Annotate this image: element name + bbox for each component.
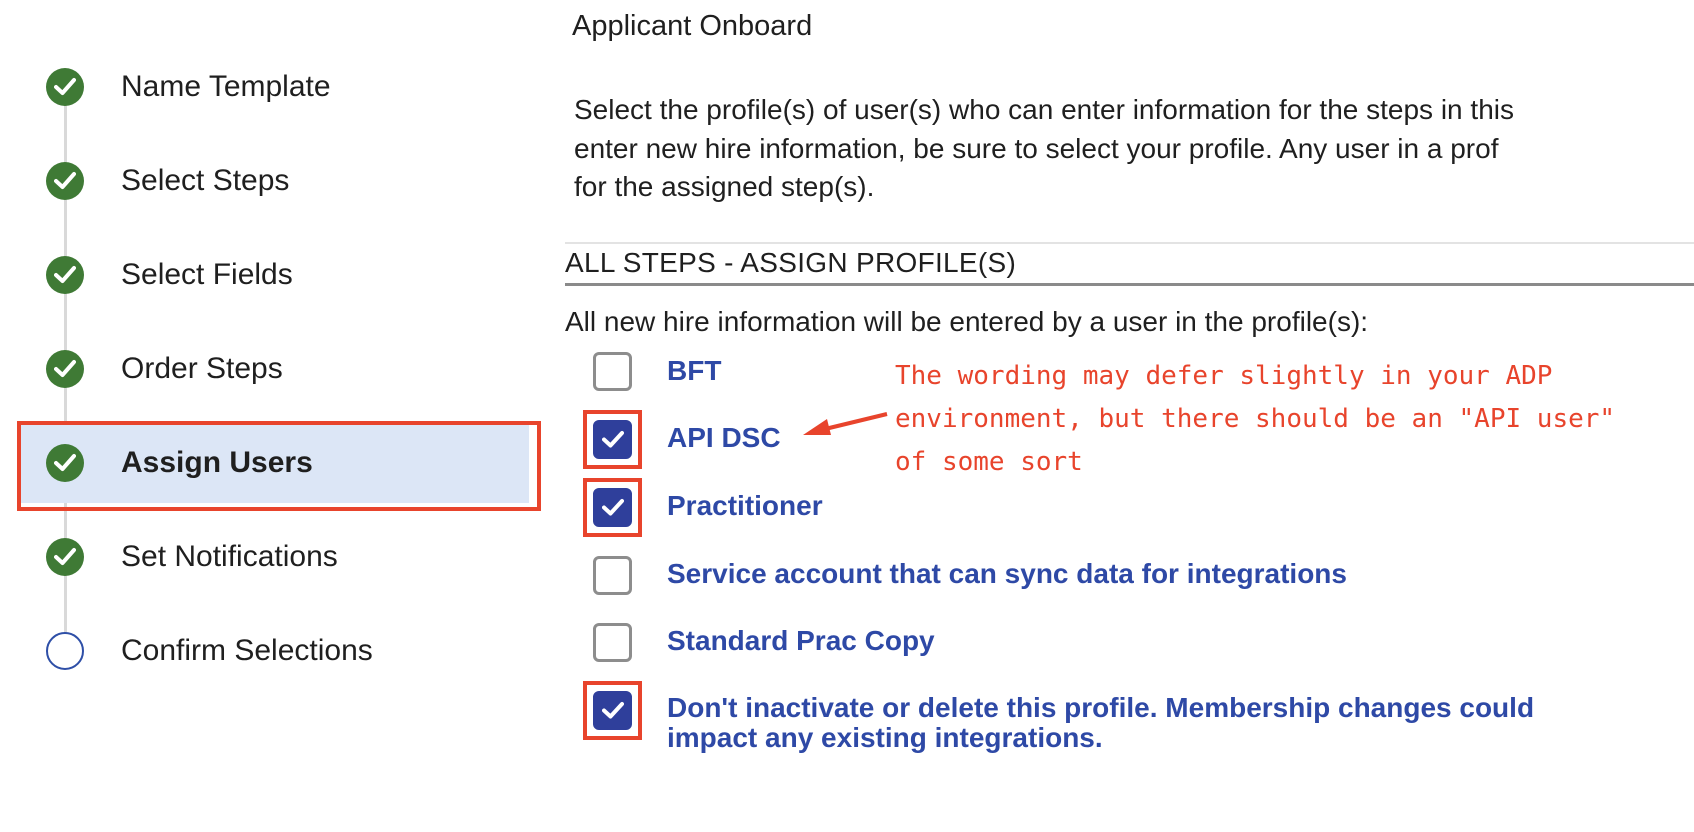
profile-link[interactable]: Don't inactivate or delete this profile.…: [667, 693, 1534, 753]
profile-prompt: All new hire information will be entered…: [565, 306, 1369, 337]
profile-link[interactable]: Standard Prac Copy: [667, 626, 935, 656]
instructions-text: Select the profile(s) of user(s) who can…: [574, 91, 1694, 207]
check-circle-icon: [46, 256, 84, 294]
profile-link[interactable]: Practitioner: [667, 491, 823, 521]
check-circle-icon: [46, 162, 84, 200]
step-select-fields[interactable]: Select Fields: [0, 235, 560, 315]
annotation-line: The wording may defer slightly in your A…: [895, 361, 1553, 391]
step-label: Select Fields: [121, 258, 293, 291]
annotation-highlight-box: [17, 421, 541, 511]
annotation-arrow-icon: [803, 412, 888, 435]
instructions-line: for the assigned step(s).: [574, 171, 875, 202]
profile-link[interactable]: API DSC: [667, 423, 781, 453]
step-name-template[interactable]: Name Template: [0, 47, 560, 127]
section-title: ALL STEPS - ASSIGN PROFILE(S): [565, 247, 1017, 278]
step-set-notifications[interactable]: Set Notifications: [0, 517, 560, 597]
profile-link[interactable]: BFT: [667, 356, 721, 386]
checkbox[interactable]: [593, 352, 632, 391]
stepper-sidebar: Name Template Select Steps Select Fields…: [0, 0, 560, 832]
checkbox[interactable]: [593, 691, 632, 730]
instructions-line: Select the profile(s) of user(s) who can…: [574, 94, 1514, 125]
step-label: Order Steps: [121, 352, 283, 385]
checkbox[interactable]: [593, 488, 632, 527]
checkbox[interactable]: [593, 556, 632, 595]
checkbox[interactable]: [593, 420, 632, 459]
template-name: Applicant Onboard: [572, 10, 813, 42]
profile-link-line: impact any existing integrations.: [667, 722, 1103, 753]
profile-link[interactable]: Service account that can sync data for i…: [667, 559, 1347, 589]
divider: [565, 283, 1694, 286]
check-circle-icon: [46, 538, 84, 576]
step-select-steps[interactable]: Select Steps: [0, 141, 560, 221]
annotation-line: environment, but there should be an "API…: [895, 404, 1616, 434]
empty-circle-icon: [46, 632, 84, 670]
instructions-line: enter new hire information, be sure to s…: [574, 132, 1499, 164]
step-label: Select Steps: [121, 164, 290, 197]
step-order-steps[interactable]: Order Steps: [0, 329, 560, 409]
divider: [565, 242, 1694, 244]
main-panel: Applicant Onboard Select the profile(s) …: [565, 0, 1694, 832]
step-label: Confirm Selections: [121, 634, 373, 667]
annotation-line: of some sort: [895, 447, 1083, 477]
step-confirm-selections[interactable]: Confirm Selections: [0, 611, 560, 691]
annotation-note: The wording may defer slightly in your A…: [895, 355, 1615, 484]
profile-link-line: Don't inactivate or delete this profile.…: [667, 692, 1535, 723]
check-circle-icon: [46, 68, 84, 106]
check-circle-icon: [46, 350, 84, 388]
step-label: Set Notifications: [121, 540, 338, 573]
checkbox[interactable]: [593, 623, 632, 662]
step-label: Name Template: [121, 70, 331, 103]
